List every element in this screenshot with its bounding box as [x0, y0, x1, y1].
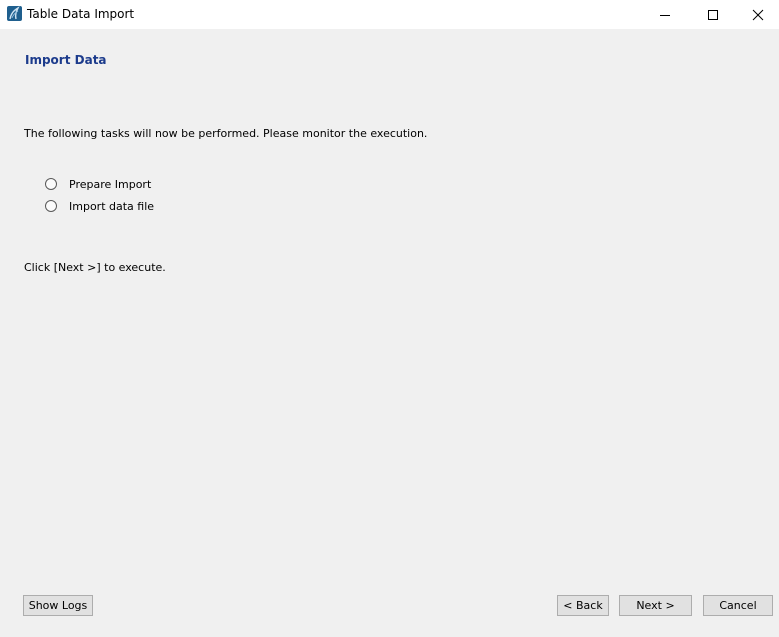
- task-label: Import data file: [69, 199, 155, 213]
- cancel-button[interactable]: Cancel: [703, 595, 773, 616]
- back-button[interactable]: < Back: [557, 595, 609, 616]
- mysql-workbench-icon: [7, 6, 22, 21]
- intro-text: The following tasks will now be performe…: [24, 127, 428, 140]
- task-item-prepare-import: Prepare Import: [45, 177, 151, 191]
- minimize-button[interactable]: [642, 0, 688, 29]
- close-button[interactable]: [735, 0, 779, 29]
- title-bar[interactable]: Table Data Import: [0, 0, 779, 29]
- task-item-import-data-file: Import data file: [45, 199, 154, 213]
- close-icon: [752, 9, 764, 20]
- task-status-icon: [45, 200, 57, 212]
- minimize-icon: [660, 14, 670, 16]
- task-label: Prepare Import: [69, 177, 152, 191]
- next-button[interactable]: Next >: [619, 595, 692, 616]
- window-title: Table Data Import: [27, 7, 135, 21]
- task-status-icon: [45, 178, 57, 190]
- maximize-button[interactable]: [690, 0, 736, 29]
- page-title: Import Data: [25, 53, 107, 67]
- show-logs-button[interactable]: Show Logs: [23, 595, 93, 616]
- maximize-icon: [708, 9, 718, 20]
- execute-hint: Click [Next >] to execute.: [24, 261, 166, 274]
